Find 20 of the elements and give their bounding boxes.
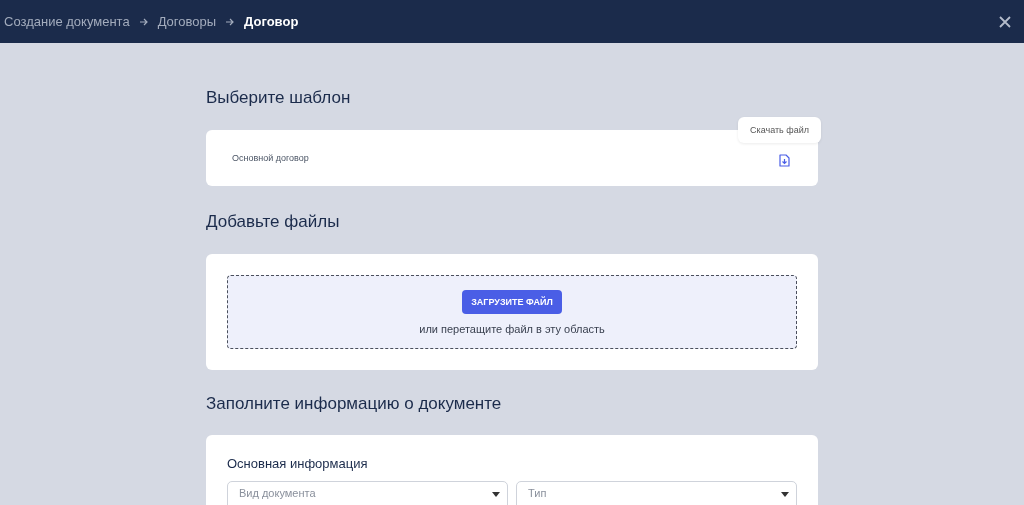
section-title: Заполните информацию о документе [206, 394, 503, 414]
caret-icon [781, 492, 789, 497]
drop-zone[interactable]: ЗАГРУЗИТЕ ФАЙЛ или перетащите файл в эту область [227, 275, 797, 349]
template-name: Основной договор [232, 153, 309, 163]
section-title: Добавьте файлы [206, 212, 341, 232]
arrow-right-icon [225, 16, 236, 27]
close-button[interactable] [998, 14, 1012, 29]
subsection-title: Основная информация [227, 456, 369, 471]
breadcrumb-link[interactable]: Договоры [157, 14, 217, 29]
file-download-icon[interactable] [779, 153, 790, 167]
upload-button[interactable]: ЗАГРУЗИТЕ ФАЙЛ [462, 289, 562, 314]
caret-icon [492, 492, 500, 497]
tooltip: Скачать файл [738, 117, 821, 143]
breadcrumb-link[interactable]: Договор [244, 14, 299, 29]
section-title: Выберите шаблон [206, 88, 352, 108]
select-field[interactable]: Тип [516, 481, 797, 505]
arrow-right-icon [138, 16, 149, 27]
select-field[interactable]: Вид документа [227, 481, 508, 505]
breadcrumb-link[interactable]: Создание документа [4, 14, 130, 29]
drop-hint: или перетащите файл в эту область [419, 322, 605, 335]
